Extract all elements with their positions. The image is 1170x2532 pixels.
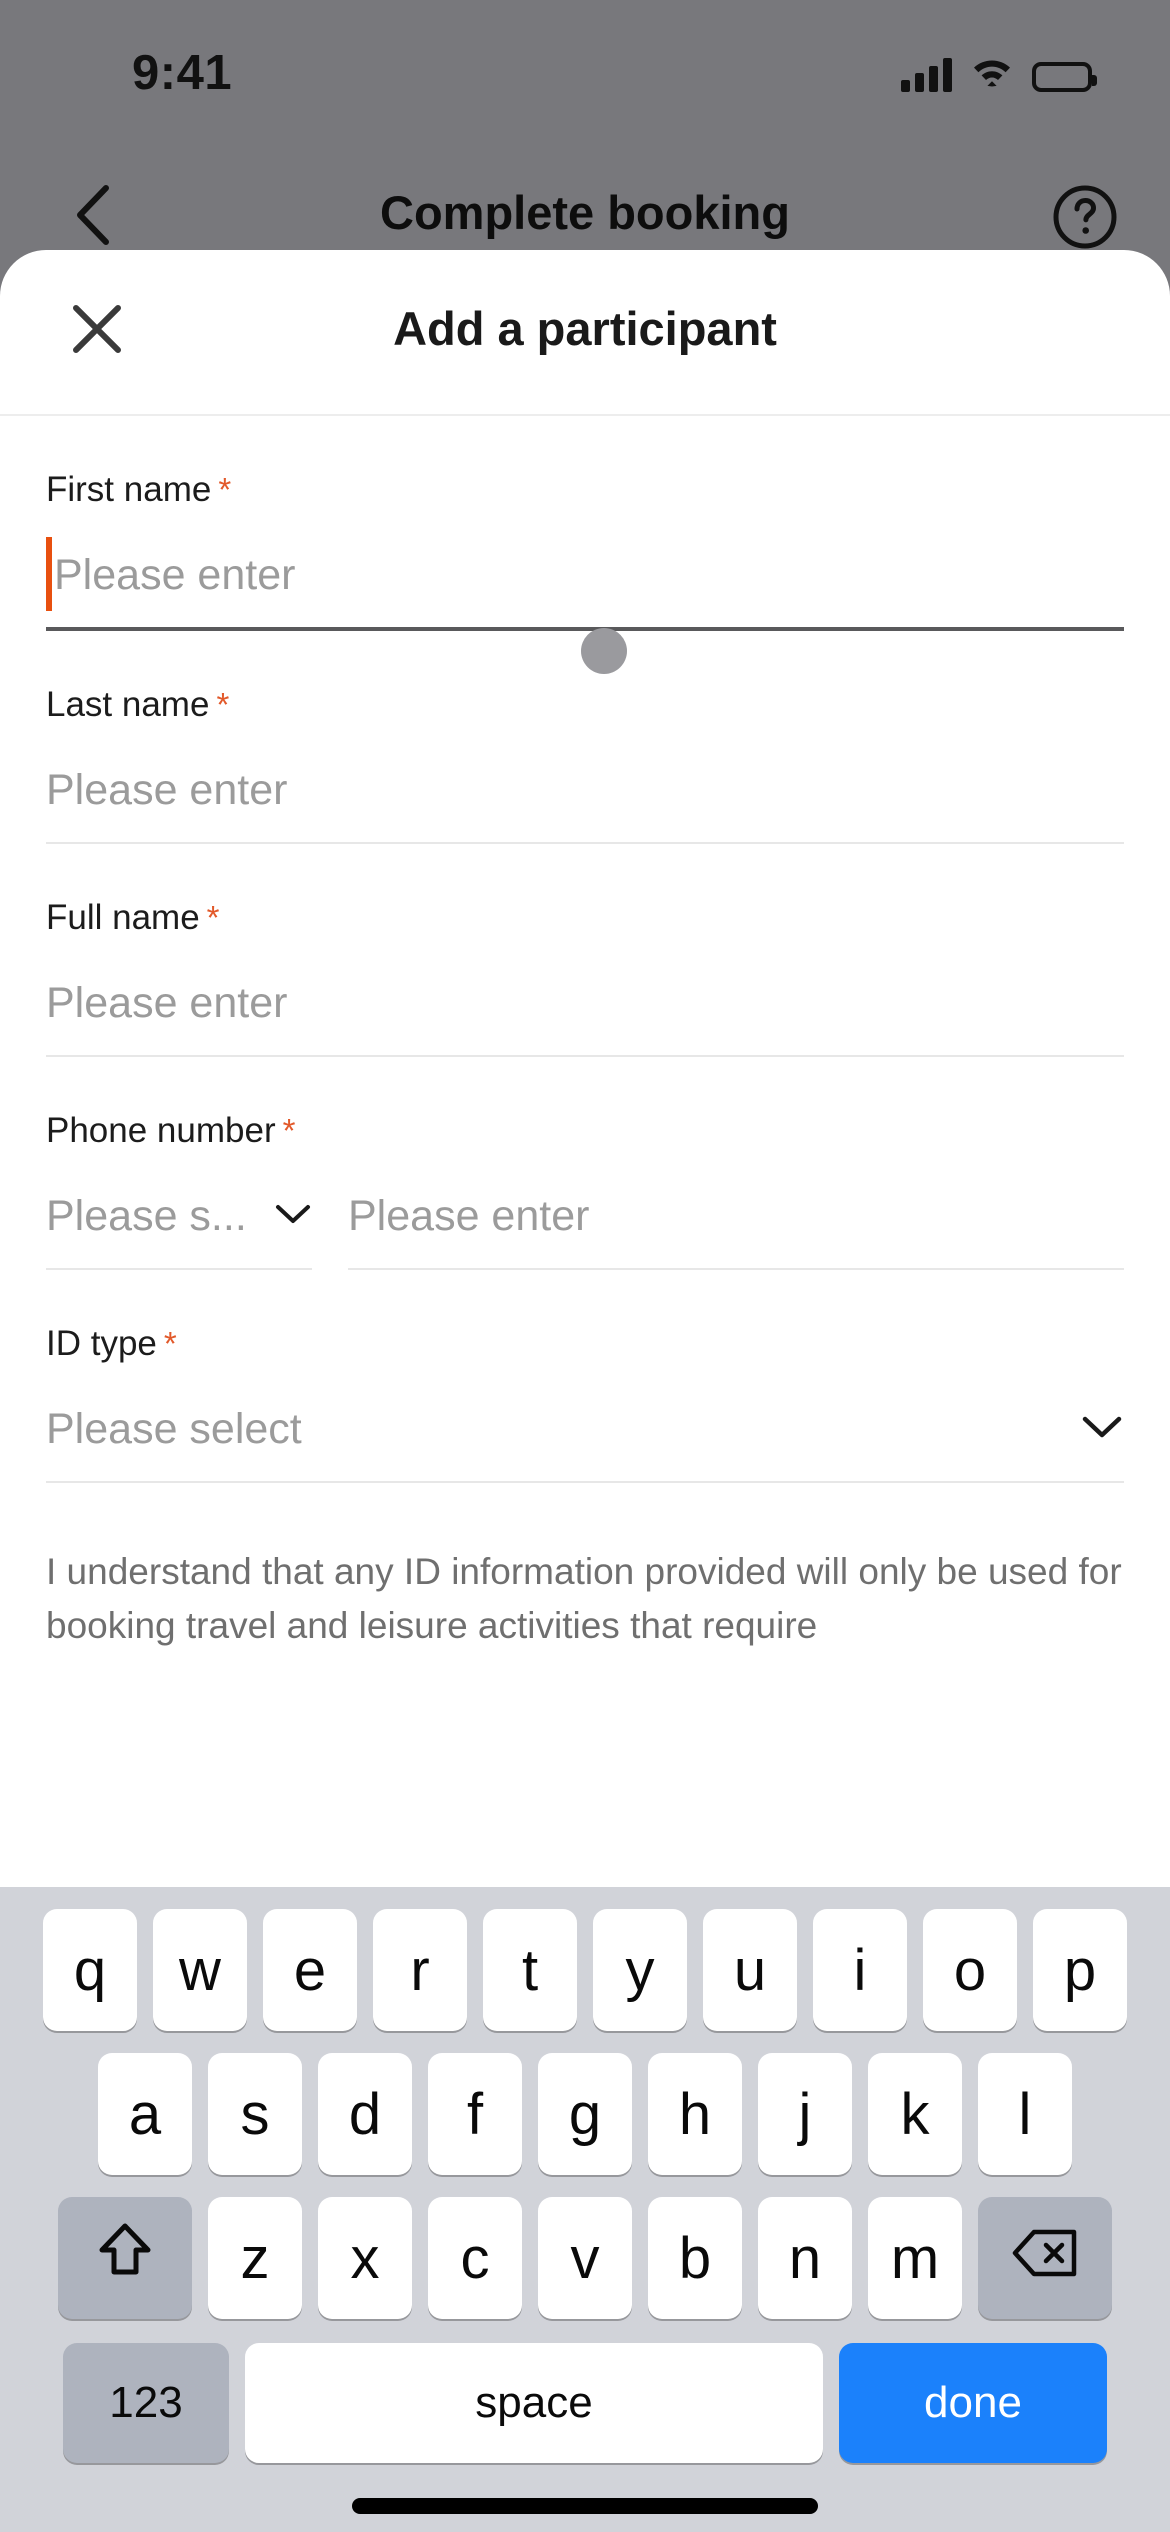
- backspace-key[interactable]: [978, 2197, 1112, 2319]
- required-asterisk: *: [216, 686, 230, 723]
- cellular-signal-icon: [901, 58, 952, 92]
- full-name-input[interactable]: Please enter: [46, 951, 1124, 1057]
- key-j[interactable]: j: [758, 2053, 852, 2175]
- label-text: First name: [46, 470, 212, 509]
- page-title: Complete booking: [380, 186, 790, 239]
- field-label-last-name: Last name *: [46, 687, 1124, 722]
- key-y[interactable]: y: [593, 1909, 687, 2031]
- field-full-name: Full name * Please enter: [46, 844, 1124, 1057]
- key-l[interactable]: l: [978, 2053, 1072, 2175]
- key-v[interactable]: v: [538, 2197, 632, 2319]
- key-b[interactable]: b: [648, 2197, 742, 2319]
- field-last-name: Last name * Please enter: [46, 631, 1124, 844]
- keyboard-row-1: q w e r t y u i o p: [0, 1909, 1170, 2031]
- required-asterisk: *: [218, 471, 232, 508]
- required-asterisk: *: [163, 1325, 177, 1362]
- done-key[interactable]: done: [839, 2343, 1107, 2463]
- last-name-placeholder: Please enter: [46, 765, 288, 814]
- label-text: Full name: [46, 898, 200, 937]
- key-p[interactable]: p: [1033, 1909, 1127, 2031]
- key-f[interactable]: f: [428, 2053, 522, 2175]
- key-k[interactable]: k: [868, 2053, 962, 2175]
- chevron-down-icon: [1080, 1413, 1124, 1446]
- key-x[interactable]: x: [318, 2197, 412, 2319]
- backspace-delete-icon: [1012, 2225, 1078, 2292]
- id-type-select[interactable]: Please select: [46, 1377, 1124, 1483]
- key-u[interactable]: u: [703, 1909, 797, 2031]
- last-name-input[interactable]: Please enter: [46, 738, 1124, 844]
- key-h[interactable]: h: [648, 2053, 742, 2175]
- keyboard-row-2: a s d f g h j k l: [0, 2053, 1170, 2175]
- key-d[interactable]: d: [318, 2053, 412, 2175]
- field-first-name: First name * Please enter: [46, 416, 1124, 674]
- battery-full-icon: [1032, 62, 1097, 92]
- space-key[interactable]: space: [245, 2343, 823, 2463]
- home-indicator-bar: [352, 2498, 818, 2514]
- status-bar-icons: [901, 48, 1097, 92]
- country-code-placeholder: Please s...: [46, 1191, 247, 1240]
- required-asterisk: *: [282, 1112, 296, 1149]
- key-q[interactable]: q: [43, 1909, 137, 2031]
- sheet-header: Add a participant: [0, 250, 1170, 416]
- keyboard-row-4: 123 space done: [0, 2343, 1170, 2463]
- field-label-id-type: ID type *: [46, 1326, 1124, 1361]
- field-id-type: ID type * Please select: [46, 1270, 1124, 1483]
- wifi-icon: [969, 53, 1015, 92]
- field-label-first-name: First name *: [46, 472, 1124, 507]
- status-bar-time: 9:41: [132, 46, 233, 100]
- shift-key[interactable]: [58, 2197, 192, 2319]
- onscreen-keyboard: q w e r t y u i o p a s d f g h j k l z …: [0, 1887, 1170, 2532]
- first-name-placeholder: Please enter: [54, 550, 296, 599]
- key-s[interactable]: s: [208, 2053, 302, 2175]
- key-z[interactable]: z: [208, 2197, 302, 2319]
- key-t[interactable]: t: [483, 1909, 577, 2031]
- field-label-phone-number: Phone number *: [46, 1113, 1124, 1148]
- first-name-input[interactable]: Please enter: [46, 523, 1124, 631]
- key-g[interactable]: g: [538, 2053, 632, 2175]
- shift-up-arrow-icon: [98, 2220, 152, 2296]
- id-type-placeholder: Please select: [46, 1404, 302, 1453]
- required-asterisk: *: [206, 899, 220, 936]
- key-o[interactable]: o: [923, 1909, 1017, 2031]
- question-mark-circle-icon[interactable]: [1052, 184, 1118, 250]
- numbers-key[interactable]: 123: [63, 2343, 229, 2463]
- country-code-select[interactable]: Please s...: [46, 1164, 312, 1270]
- label-text: ID type: [46, 1324, 157, 1363]
- key-i[interactable]: i: [813, 1909, 907, 2031]
- phone-number-input[interactable]: Please enter: [348, 1164, 1124, 1270]
- field-phone-number: Phone number * Please s... Please enter: [46, 1057, 1124, 1270]
- sheet-title: Add a participant: [393, 302, 777, 355]
- full-name-placeholder: Please enter: [46, 978, 288, 1027]
- key-n[interactable]: n: [758, 2197, 852, 2319]
- label-text: Phone number: [46, 1111, 276, 1150]
- key-w[interactable]: w: [153, 1909, 247, 2031]
- field-label-full-name: Full name *: [46, 900, 1124, 935]
- id-disclaimer-text: I understand that any ID information pro…: [46, 1551, 1122, 1646]
- key-m[interactable]: m: [868, 2197, 962, 2319]
- phone-row: Please s... Please enter: [46, 1164, 1124, 1270]
- keyboard-row-3: z x c v b n m: [0, 2197, 1170, 2319]
- key-a[interactable]: a: [98, 2053, 192, 2175]
- key-r[interactable]: r: [373, 1909, 467, 2031]
- key-e[interactable]: e: [263, 1909, 357, 2031]
- phone-number-placeholder: Please enter: [348, 1191, 590, 1240]
- key-c[interactable]: c: [428, 2197, 522, 2319]
- participant-form: First name * Please enter Last name * Plea…: [0, 416, 1170, 1652]
- label-text: Last name: [46, 685, 210, 724]
- chevron-down-icon: [274, 1202, 312, 1231]
- text-cursor: [46, 537, 52, 611]
- status-bar: 9:41: [0, 0, 1170, 130]
